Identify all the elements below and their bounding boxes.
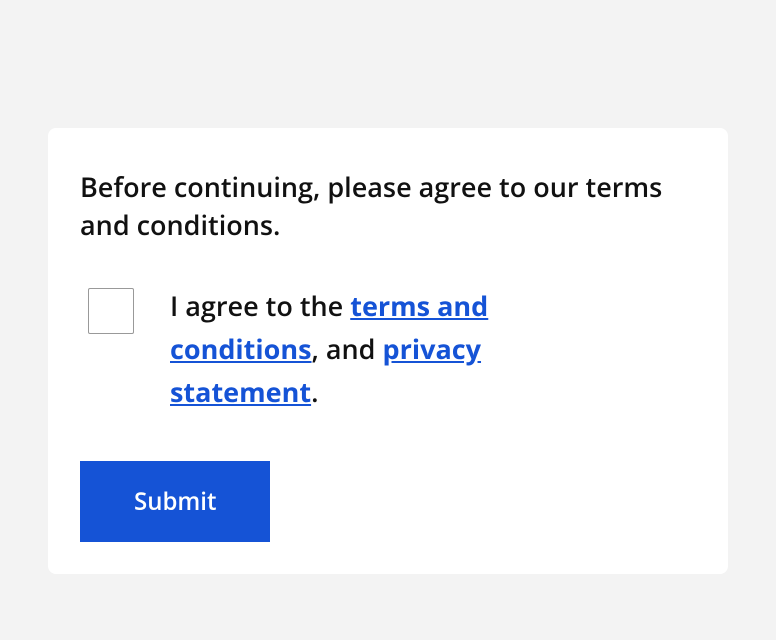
agree-separator: , and: [312, 330, 383, 367]
agree-checkbox-row: I agree to the terms and conditions, and…: [80, 284, 696, 414]
agree-suffix: .: [311, 373, 318, 410]
submit-button[interactable]: Submit: [80, 461, 270, 542]
agree-label: I agree to the terms and conditions, and…: [170, 284, 590, 414]
agree-checkbox[interactable]: [88, 288, 134, 334]
agree-prefix: I agree to the: [170, 287, 350, 324]
intro-text: Before continuing, please agree to our t…: [80, 168, 696, 244]
terms-card: Before continuing, please agree to our t…: [48, 128, 728, 574]
